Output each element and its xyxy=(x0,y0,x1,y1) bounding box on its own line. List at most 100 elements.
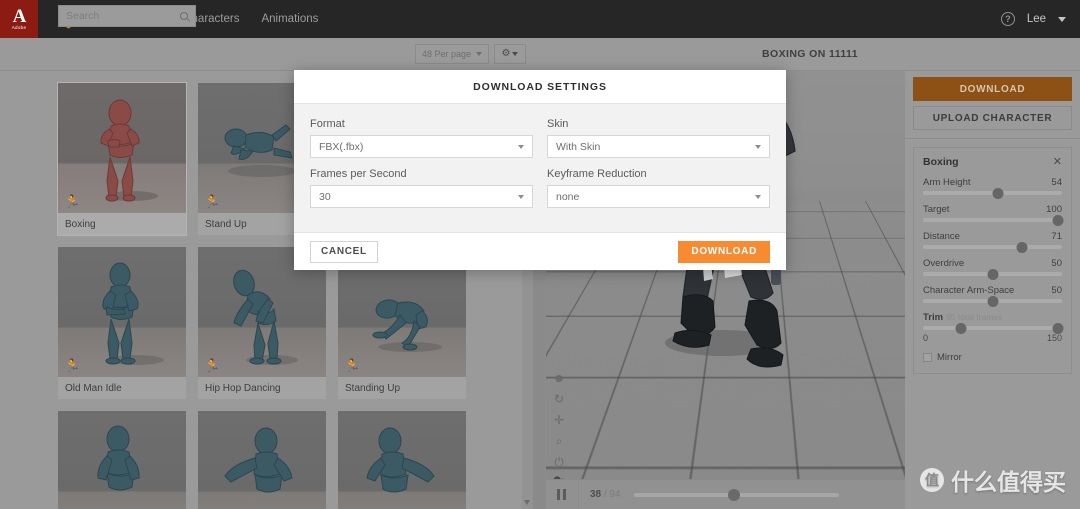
slider-knob[interactable] xyxy=(992,187,1004,199)
trim-subtext: 95 total frames xyxy=(946,312,1003,322)
running-man-icon: 🏃 xyxy=(204,358,221,373)
chevron-down-icon xyxy=(518,194,524,199)
skin-select[interactable]: With Skin xyxy=(547,135,770,158)
reset-icon[interactable]: ⏻ xyxy=(554,456,564,468)
trim-end-knob[interactable] xyxy=(1052,322,1064,334)
slider-label: Target xyxy=(923,204,950,215)
slider-trim[interactable]: Trim 95 total frames 0 150 xyxy=(923,312,1064,343)
zoom-icon[interactable]: ⌕ xyxy=(556,435,563,447)
slider-knob[interactable] xyxy=(1052,214,1064,226)
scene-title: BOXING ON 11111 xyxy=(762,48,858,60)
user-menu-label[interactable]: Lee xyxy=(1027,13,1046,25)
chevron-down-icon[interactable] xyxy=(1058,16,1066,22)
slider-value: 71 xyxy=(1051,231,1062,242)
slider-target[interactable]: Target 100 xyxy=(923,204,1064,226)
trim-min-label: 0 xyxy=(923,333,929,343)
chevron-down-icon xyxy=(518,144,524,149)
slider-label-row: Overdrive 50 xyxy=(923,258,1062,269)
modal-footer: CANCEL DOWNLOAD xyxy=(294,232,786,270)
slider-overdrive[interactable]: Overdrive 50 xyxy=(923,258,1062,280)
animation-thumbnail: 🏃 xyxy=(58,247,186,377)
adobe-logo[interactable]: A Adobe xyxy=(0,0,38,38)
mirror-checkbox[interactable] xyxy=(923,353,932,362)
face-bone-icon[interactable]: ☻ xyxy=(553,372,566,384)
upload-character-button[interactable]: UPLOAD CHARACTER xyxy=(913,106,1072,130)
slider-track[interactable] xyxy=(923,295,1062,307)
timeline-knob[interactable] xyxy=(727,488,740,501)
mixamo-app-window: A Adobe 🏃 mixamo Characters Animations ?… xyxy=(0,0,1080,509)
fps-select[interactable]: 30 xyxy=(310,185,533,208)
animation-card[interactable] xyxy=(58,411,186,509)
trim-start-knob[interactable] xyxy=(955,322,967,334)
trim-track[interactable] xyxy=(923,322,1064,334)
modal-download-button[interactable]: DOWNLOAD xyxy=(678,240,770,263)
search-placeholder: Search xyxy=(66,10,100,22)
timeline-slider[interactable] xyxy=(633,488,839,501)
chevron-down-icon xyxy=(512,52,519,56)
slider-value: 54 xyxy=(1051,177,1062,188)
mirror-checkbox-row[interactable]: Mirror xyxy=(923,352,1062,363)
nav-link-animations[interactable]: Animations xyxy=(261,13,318,25)
animation-card[interactable]: 🏃 Old Man Idle xyxy=(58,247,186,399)
slider-knob[interactable] xyxy=(1016,241,1028,253)
current-frame: 38 xyxy=(590,489,602,500)
slider-knob[interactable] xyxy=(987,295,998,307)
field-label: Frames per Second xyxy=(310,168,407,180)
right-sidebar: DOWNLOAD UPLOAD CHARACTER Boxing ✕ Arm H… xyxy=(905,71,1080,509)
animation-card[interactable] xyxy=(198,411,326,509)
skin-value: With Skin xyxy=(556,140,601,153)
animation-card[interactable] xyxy=(338,411,466,509)
search-input[interactable]: Search xyxy=(58,5,196,27)
modal-title: DOWNLOAD SETTINGS xyxy=(294,70,786,104)
animation-name: Old Man Idle xyxy=(65,382,122,394)
slider-track[interactable] xyxy=(923,268,1062,280)
animation-card[interactable]: 🏃 Boxing xyxy=(57,82,187,236)
fps-value: 30 xyxy=(319,190,331,203)
chevron-down-icon xyxy=(755,194,761,199)
field-skin: Skin With Skin xyxy=(547,118,770,158)
animation-properties-panel: Boxing ✕ Arm Height 54 Target 100 Distan… xyxy=(913,147,1072,374)
slider-distance[interactable]: Distance 71 xyxy=(923,231,1062,253)
per-page-select[interactable]: 48 Per page xyxy=(415,44,489,64)
running-man-icon: 🏃 xyxy=(204,194,221,209)
trim-max-label: 150 xyxy=(1046,333,1062,343)
animation-thumbnail: 🏃 xyxy=(58,83,186,213)
slider-label: Overdrive xyxy=(923,258,965,269)
close-icon[interactable]: ✕ xyxy=(1053,156,1062,168)
scroll-down-arrow-icon[interactable] xyxy=(524,500,530,505)
mirror-label: Mirror xyxy=(937,352,962,363)
slider-character-arm-space[interactable]: Character Arm-Space 50 xyxy=(923,285,1062,307)
running-man-icon: 🏃 xyxy=(344,358,361,373)
download-settings-modal: DOWNLOAD SETTINGS Format FBX(.fbx) Skin … xyxy=(294,70,786,270)
search-icon[interactable] xyxy=(180,12,188,20)
pause-icon[interactable] xyxy=(545,479,579,509)
character-figure xyxy=(224,427,293,493)
slider-arm-height[interactable]: Arm Height 54 xyxy=(923,177,1062,199)
field-frames-per-second: Frames per Second 30 xyxy=(310,168,533,208)
cancel-button[interactable]: CANCEL xyxy=(310,240,378,263)
rotate-icon[interactable]: ↻ xyxy=(554,393,564,405)
keyframe-reduction-select[interactable]: none xyxy=(547,185,770,208)
download-button[interactable]: DOWNLOAD xyxy=(913,77,1072,101)
frame-separator: / xyxy=(603,489,607,500)
pause-glyph xyxy=(557,489,566,500)
slider-track[interactable] xyxy=(923,241,1062,253)
format-select[interactable]: FBX(.fbx) xyxy=(310,135,533,158)
slider-knob[interactable] xyxy=(987,268,998,280)
field-label: Skin xyxy=(547,118,569,130)
chevron-down-icon xyxy=(755,144,761,149)
move-icon[interactable]: ✛ xyxy=(554,414,564,426)
slider-value: 50 xyxy=(1051,285,1062,296)
settings-gear-button[interactable]: ⚙ xyxy=(494,44,526,64)
field-label: Keyframe Reduction xyxy=(547,168,647,180)
animation-name: Hip Hop Dancing xyxy=(205,382,281,394)
animation-thumbnail xyxy=(198,411,326,509)
trim-label: Trim xyxy=(923,312,944,323)
animation-name: Standing Up xyxy=(345,382,401,394)
slider-value: 50 xyxy=(1051,258,1062,269)
trim-label-row: Trim 95 total frames xyxy=(923,312,1062,323)
slider-track[interactable] xyxy=(923,214,1064,226)
keyframe-reduction-value: none xyxy=(556,190,580,203)
question-mark-icon[interactable]: ? xyxy=(1000,12,1015,26)
slider-track[interactable] xyxy=(923,187,1062,199)
